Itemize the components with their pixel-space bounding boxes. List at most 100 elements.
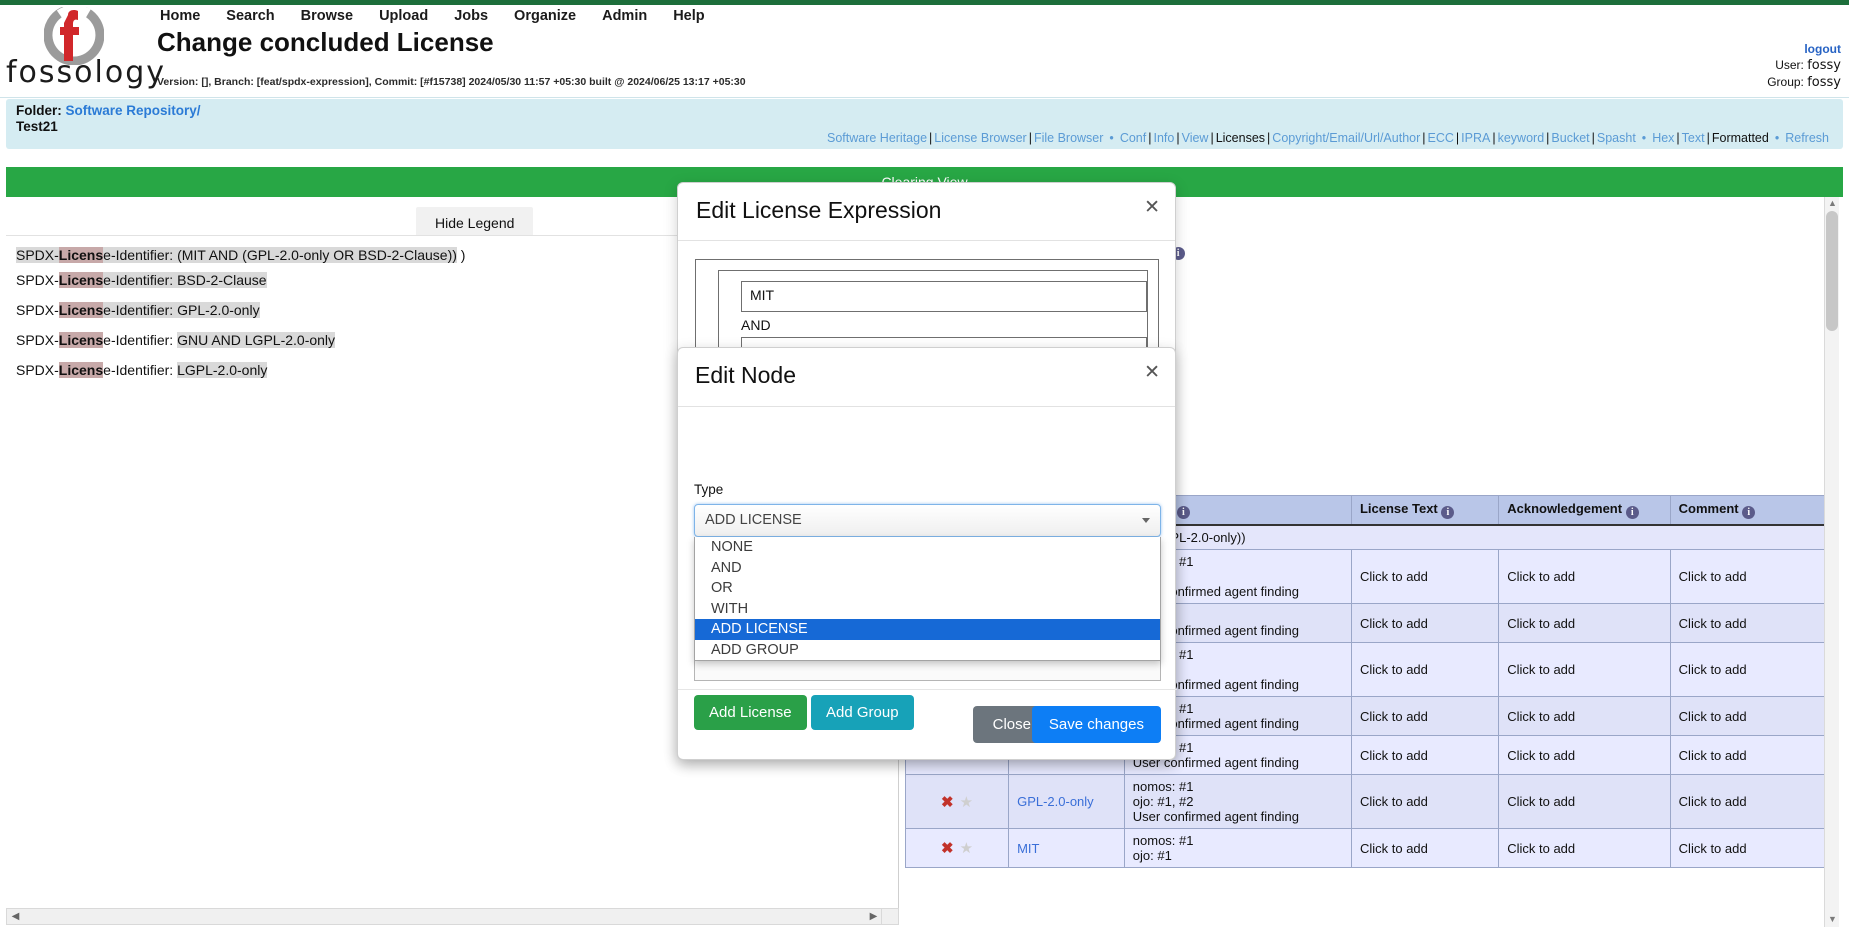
menu-item-organize[interactable]: Organize [514,8,576,24]
navlink-ipra[interactable]: IPRA [1461,131,1490,145]
row-comment[interactable]: Click to add [1669,642,1839,697]
menu-item-help[interactable]: Help [673,8,704,24]
vertical-scrollbar[interactable]: ▲ ▼ [1824,197,1839,927]
breadcrumb: Folder: Software Repository/ Test21 [16,103,201,135]
spdx-mid: e-Identifier: [103,247,178,263]
row-source: nomos: #1 ojo: #1 [1123,828,1352,868]
row-license[interactable]: MIT [1008,828,1125,868]
spdx-line: SPDX-License-Identifier: GNU AND LGPL-2.… [16,331,336,349]
node-dialog-footer: Close Save changes [678,689,1177,759]
row-comment[interactable]: Click to add [1669,603,1839,643]
row-acknowledgement[interactable]: Click to add [1498,549,1671,604]
node-type-select[interactable]: ADD LICENSE [694,504,1161,537]
navlink-ecc[interactable]: ECC [1428,131,1454,145]
star-icon[interactable]: ★ [960,794,973,811]
expression-license-input[interactable]: MIT [741,281,1147,312]
navlink-bucket[interactable]: Bucket [1551,131,1589,145]
spdx-line: SPDX-License-Identifier: GPL-2.0-only [16,301,260,319]
info-icon[interactable]: i [1441,506,1455,519]
navlink-license-browser[interactable]: License Browser [934,131,1026,145]
dropdown-option-add-group[interactable]: ADD GROUP [695,640,1160,661]
navlink-text[interactable]: Text [1682,131,1705,145]
spdx-highlight: Licens [58,302,104,318]
row-license-text[interactable]: Click to add [1350,735,1500,775]
hscroll-thumb[interactable] [23,910,863,923]
navlink-file-browser[interactable]: File Browser [1034,131,1103,145]
menu-item-browse[interactable]: Browse [301,8,353,24]
row-license-text[interactable]: Click to add [1350,603,1500,643]
save-changes-button[interactable]: Save changes [1031,706,1161,743]
row-comment[interactable]: Click to add [1669,735,1839,775]
row-license-text[interactable]: Click to add [1350,696,1500,736]
menu-item-home[interactable]: Home [160,8,200,24]
row-actions[interactable]: ✖★ [905,774,1010,829]
row-acknowledgement[interactable]: Click to add [1498,735,1671,775]
navlink-info[interactable]: Info [1153,131,1174,145]
navlink-copyright-email-url-author[interactable]: Copyright/Email/Url/Author [1272,131,1420,145]
row-license-text[interactable]: Click to add [1350,642,1500,697]
scroll-up-icon[interactable]: ▲ [1827,198,1838,210]
remove-icon[interactable]: ✖ [941,840,954,857]
node-type-dropdown[interactable]: NONE AND OR WITH ADD LICENSE ADD GROUP [694,537,1161,661]
spdx-mid: e-Identifier: [103,332,178,348]
close-icon[interactable]: ✕ [1144,196,1160,218]
spdx-mid: e-Identifier: [103,302,178,318]
spdx-value: (MIT AND (GPL-2.0-only OR BSD-2-Clause)) [177,247,457,263]
row-comment[interactable]: Click to add [1669,828,1839,868]
navlink-formatted-active: Formatted [1711,131,1769,145]
logout-link[interactable]: logout [1804,42,1841,56]
dropdown-option-add-license[interactable]: ADD LICENSE [695,619,1160,640]
dropdown-option-or[interactable]: OR [695,578,1160,599]
row-acknowledgement[interactable]: Click to add [1498,603,1671,643]
remove-icon[interactable]: ✖ [941,794,954,811]
row-actions[interactable]: ✖★ [905,828,1010,868]
info-icon[interactable]: i [1742,506,1756,519]
dropdown-option-with[interactable]: WITH [695,599,1160,620]
menu-item-upload[interactable]: Upload [379,8,428,24]
navlink-spasht[interactable]: Spasht [1597,131,1636,145]
row-acknowledgement[interactable]: Click to add [1498,642,1671,697]
row-license-text[interactable]: Click to add [1350,774,1500,829]
info-icon[interactable]: i [1625,506,1639,519]
breadcrumb-folder-link[interactable]: Software Repository/ [66,103,201,118]
navlink-refresh[interactable]: Refresh [1785,131,1829,145]
navlink-view[interactable]: View [1182,131,1209,145]
row-comment[interactable]: Click to add [1669,549,1839,604]
page-header: fossology Home Search Browse Upload Jobs Orga… [0,5,1849,98]
group-value: fossy [1807,75,1841,90]
star-icon[interactable]: ★ [960,840,973,857]
spdx-highlight: Licens [58,247,104,263]
dropdown-option-and[interactable]: AND [695,558,1160,579]
menu-item-admin[interactable]: Admin [602,8,647,24]
license-link[interactable]: MIT [1017,841,1039,856]
navlink-keyword[interactable]: keyword [1498,131,1545,145]
breadcrumb-bar: Folder: Software Repository/ Test21 Soft… [6,99,1843,149]
dropdown-option-none[interactable]: NONE [695,537,1160,558]
navlink-conf[interactable]: Conf [1120,131,1146,145]
row-comment[interactable]: Click to add [1669,774,1839,829]
scroll-right-icon[interactable]: ▶ [866,910,881,923]
fossology-wordmark: fossology [6,55,167,90]
menu-item-jobs[interactable]: Jobs [454,8,488,24]
navlink-hex[interactable]: Hex [1652,131,1674,145]
row-acknowledgement[interactable]: Click to add [1498,696,1671,736]
row-acknowledgement[interactable]: Click to add [1498,774,1671,829]
horizontal-scrollbar[interactable]: ◀ ▶ [6,908,899,925]
row-license-text[interactable]: Click to add [1350,828,1500,868]
source-line: ojo: #1, #2 [1132,794,1194,809]
close-icon[interactable]: ✕ [1144,361,1160,383]
row-acknowledgement[interactable]: Click to add [1498,828,1671,868]
info-icon[interactable]: i [1176,506,1190,519]
row-license-text[interactable]: Click to add [1350,549,1500,604]
vscroll-thumb[interactable] [1826,211,1838,331]
row-comment[interactable]: Click to add [1669,696,1839,736]
table-row: ✖ ★ GPL-2.0-only nomos: #1 ojo: #1, #2 Us… [905,774,1839,829]
node-value-input[interactable] [694,659,1161,681]
row-license[interactable]: GPL-2.0-only [1008,774,1125,829]
scroll-left-icon[interactable]: ◀ [8,910,23,923]
scroll-down-icon[interactable]: ▼ [1827,914,1838,926]
spdx-highlight: Licens [58,272,104,288]
license-link[interactable]: GPL-2.0-only [1017,794,1094,809]
navlink-software-heritage[interactable]: Software Heritage [827,131,927,145]
menu-item-search[interactable]: Search [226,8,274,24]
